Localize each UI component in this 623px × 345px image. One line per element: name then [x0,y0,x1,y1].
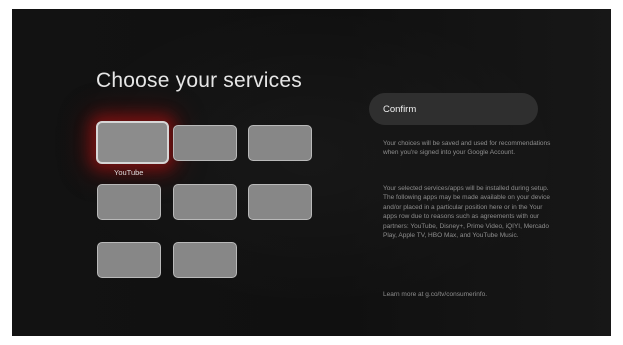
service-tile-youtube[interactable] [96,121,169,164]
service-tile-label: YouTube [114,168,144,177]
service-tile[interactable] [248,184,312,220]
service-tile[interactable] [97,184,161,220]
info-paragraph-saved: Your choices will be saved and used for … [383,140,551,157]
service-tile[interactable] [248,125,312,161]
learn-more-text: Learn more at g.co/tv/consumerinfo. [383,291,488,298]
setup-screen: Choose your services YouTube Confirm You… [12,9,611,336]
service-tile[interactable] [173,125,237,161]
service-tile[interactable] [173,184,237,220]
confirm-button[interactable]: Confirm [369,93,538,125]
service-tile[interactable] [97,242,161,278]
info-paragraph-install: Your selected services/apps will be inst… [383,185,550,240]
background-vignette [12,9,611,336]
service-tile[interactable] [173,242,237,278]
page-title: Choose your services [96,69,302,92]
